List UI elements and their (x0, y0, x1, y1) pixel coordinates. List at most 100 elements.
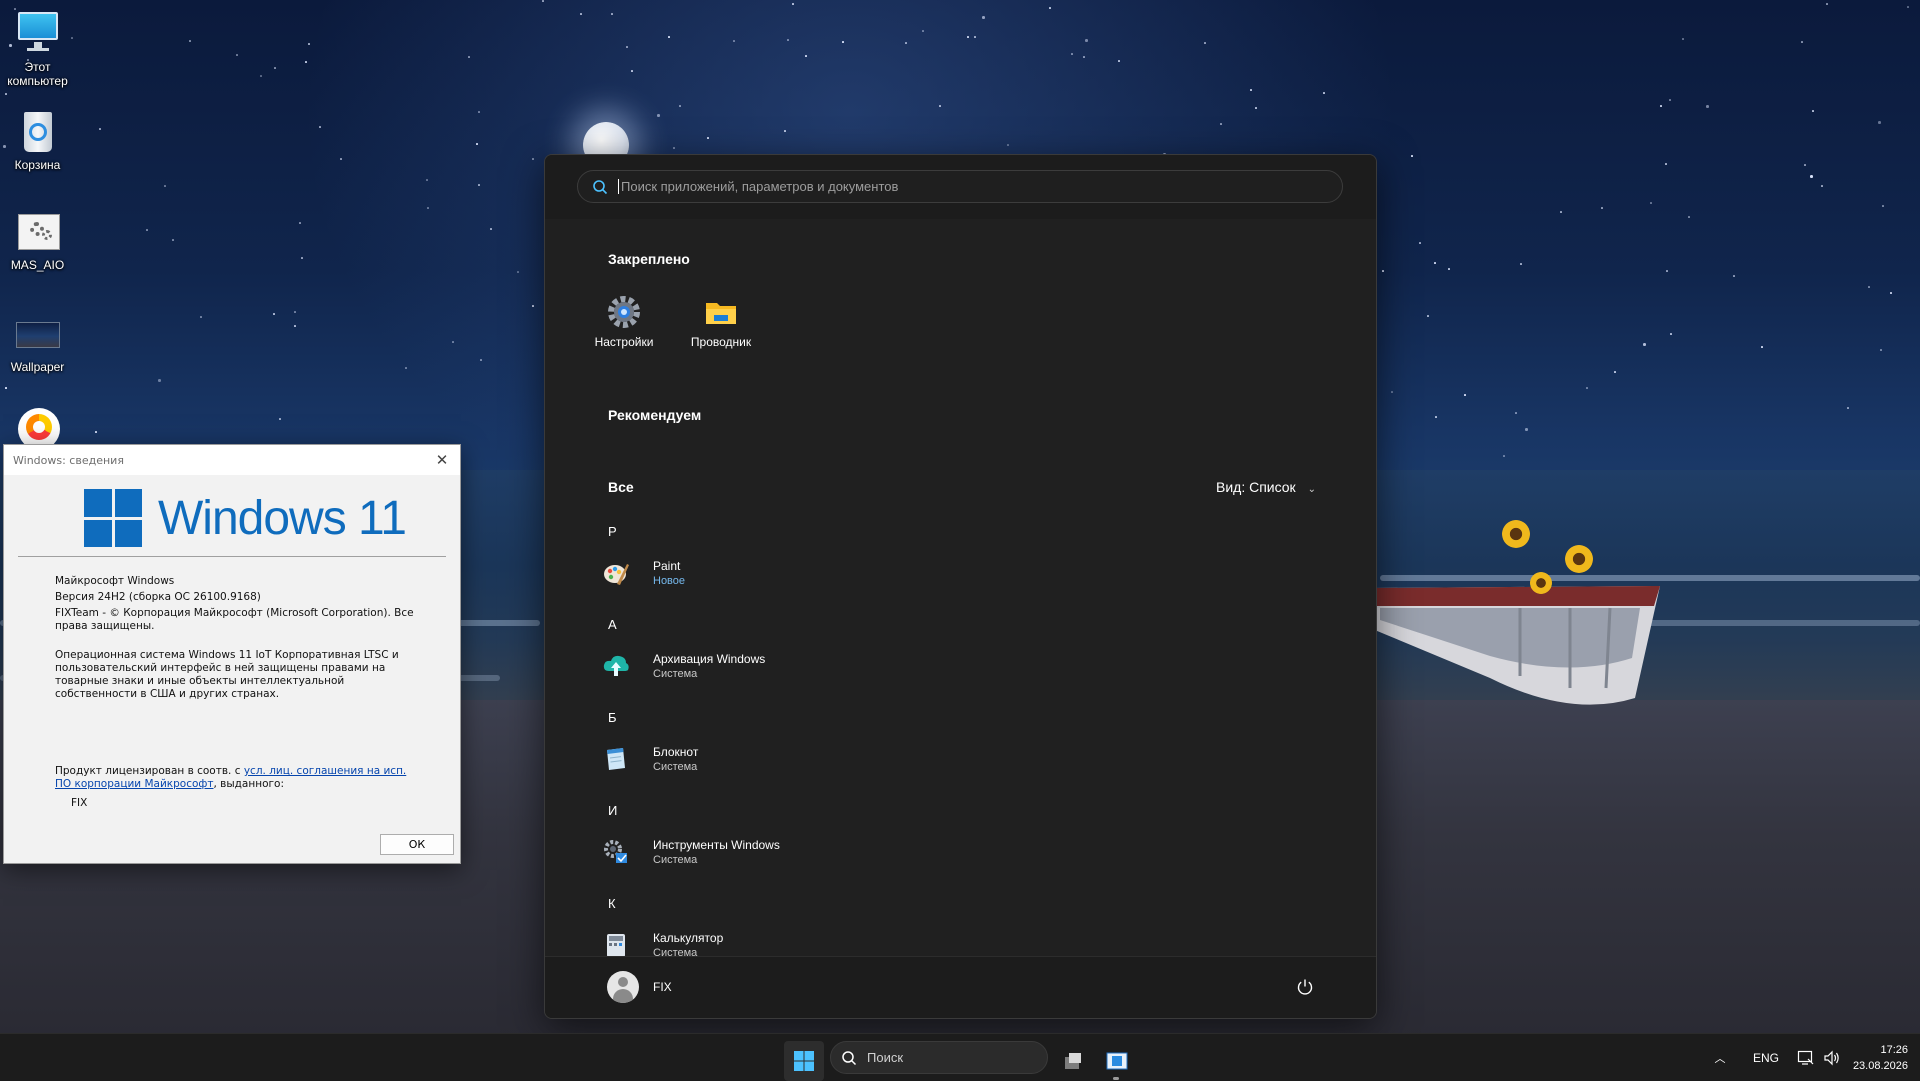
app-row-notepad[interactable]: Блокнот Система (603, 740, 1303, 780)
star (1761, 346, 1763, 348)
star (164, 185, 166, 187)
star (1525, 428, 1528, 431)
star (679, 105, 681, 107)
star (260, 75, 262, 77)
avatar (607, 971, 639, 1003)
search-placeholder: Поиск приложений, параметров и документо… (618, 179, 898, 194)
license-prefix: Продукт лицензирован в соотв. с (55, 765, 241, 777)
desktop-icon-this-pc[interactable]: Этот компьютер (0, 12, 75, 88)
app-name: Инструменты Windows (653, 838, 780, 852)
sunflower (1565, 545, 1593, 573)
star (294, 325, 296, 327)
desktop-icon-label: Wallpaper (10, 360, 65, 374)
star (611, 13, 613, 15)
star (974, 36, 976, 38)
app-row-windows-tools[interactable]: Инструменты Windows Система (603, 833, 1303, 873)
star (476, 143, 478, 145)
app-row-backup[interactable]: Архивация Windows Система (603, 647, 1303, 687)
star (427, 207, 429, 209)
star (1660, 105, 1662, 107)
windows-tools-icon (604, 840, 627, 863)
star (279, 418, 281, 420)
star (1503, 455, 1505, 457)
start-button[interactable] (784, 1041, 824, 1081)
pinned-app-settings[interactable]: Настройки (584, 295, 664, 349)
close-icon[interactable]: ✕ (430, 448, 454, 472)
winver-dialog: Windows: сведения ✕ Windows 11 Майкрософ… (3, 444, 461, 864)
search-icon (842, 1050, 857, 1065)
letter-header[interactable]: P (608, 524, 617, 539)
chevron-down-icon: ⌄ (1307, 484, 1316, 495)
star (1665, 163, 1667, 165)
app-row-paint[interactable]: Paint Новое (603, 554, 1303, 594)
taskbar: Поиск ︿ ENG 17:26 23.08.2026 (0, 1033, 1920, 1081)
star (236, 54, 238, 56)
logo-text: Windows 11 (158, 491, 407, 545)
letter-header[interactable]: И (608, 803, 617, 818)
view-switch-button[interactable]: Вид: Список ⌄ (1216, 479, 1316, 495)
dialog-title: Windows: сведения (13, 453, 124, 467)
star (1669, 99, 1671, 101)
power-icon[interactable] (1296, 978, 1314, 996)
window-app-icon (1106, 1052, 1128, 1070)
task-view-icon (1065, 1053, 1081, 1069)
star (1323, 92, 1325, 94)
star (200, 316, 202, 318)
star (1382, 270, 1384, 272)
dialog-titlebar[interactable]: Windows: сведения ✕ (4, 445, 460, 475)
clock-time: 17:26 (1880, 1044, 1908, 1056)
app-category: Система (653, 947, 698, 956)
divider (18, 556, 446, 557)
star (1520, 263, 1522, 265)
chevron-up-icon[interactable]: ︿ (1707, 1050, 1733, 1066)
network-icon[interactable] (1797, 1050, 1815, 1066)
task-view-button[interactable] (1052, 1041, 1092, 1081)
star (1071, 53, 1073, 55)
star (319, 126, 321, 128)
star (1586, 387, 1588, 389)
volume-icon[interactable] (1823, 1050, 1841, 1066)
user-account-button[interactable]: FIX (607, 971, 672, 1003)
star (1706, 105, 1709, 108)
star (1085, 39, 1088, 42)
star (1220, 123, 1222, 125)
star (1049, 7, 1051, 9)
star (792, 3, 794, 5)
desktop-icon-mas-aio[interactable]: MAS_AIO (0, 210, 75, 272)
star (517, 271, 519, 273)
language-indicator[interactable]: ENG (1753, 1051, 1779, 1065)
version-text: Версия 24H2 (сборка ОС 26100.9168) (55, 591, 261, 603)
star (301, 257, 303, 259)
app-name: Paint (653, 559, 681, 573)
pinned-app-explorer[interactable]: Проводник (681, 295, 761, 349)
windows-logo-icon (794, 1051, 814, 1071)
letter-header[interactable]: Б (608, 710, 617, 725)
letter-header[interactable]: А (608, 617, 617, 632)
clock[interactable]: 17:26 23.08.2026 (1853, 1042, 1908, 1074)
star (707, 137, 709, 139)
star (787, 39, 789, 41)
star (1515, 412, 1517, 414)
search-icon (593, 179, 608, 194)
letter-header[interactable]: К (608, 896, 616, 911)
app-name: Архивация Windows (653, 652, 766, 666)
app-row-calculator[interactable]: Калькулятор Система (603, 926, 1303, 956)
app-category: Система (653, 761, 698, 773)
star (480, 359, 482, 361)
paint-palette-icon (604, 564, 629, 585)
taskbar-search-box[interactable]: Поиск (830, 1041, 1048, 1074)
star (308, 43, 310, 45)
star (1411, 155, 1413, 157)
recycle-bin-icon (16, 110, 60, 154)
windows-logo-icon (84, 489, 142, 547)
star (5, 93, 7, 95)
recommended-title: Рекомендуем (608, 407, 702, 423)
taskbar-app-winver[interactable] (1096, 1041, 1136, 1081)
app-name: Блокнот (653, 745, 699, 759)
desktop-icon-wallpaper[interactable]: Wallpaper (0, 312, 75, 374)
app-category: Система (653, 668, 698, 680)
star (1801, 41, 1803, 43)
start-search-input[interactable]: Поиск приложений, параметров и документо… (577, 170, 1343, 203)
ok-button[interactable]: ОК (380, 834, 454, 855)
desktop-icon-recycle-bin[interactable]: Корзина (0, 110, 75, 172)
